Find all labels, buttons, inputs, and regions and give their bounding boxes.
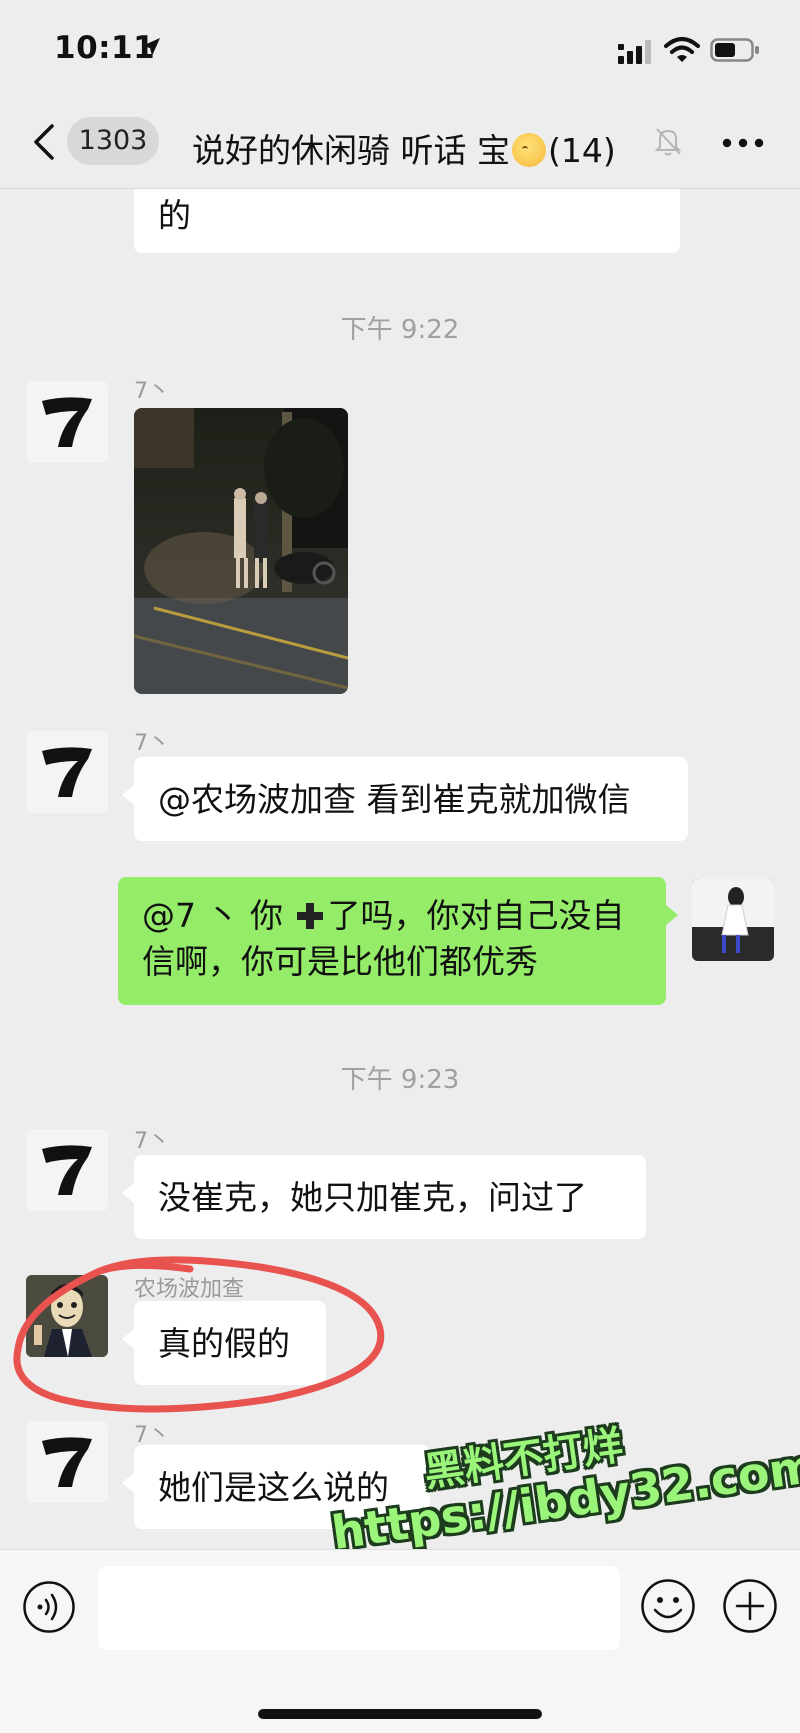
user-photo-avatar — [692, 879, 774, 961]
location-arrow-icon — [142, 38, 160, 56]
battery-icon — [710, 38, 759, 62]
seven-logo-icon — [42, 1145, 92, 1195]
message-text-line1-start: @7 丶 你 — [142, 896, 283, 935]
seven-logo-icon — [42, 397, 92, 447]
seven-logo-icon — [42, 1437, 92, 1487]
unread-count-badge[interactable]: 1303 — [67, 117, 159, 165]
red-circle-annotation — [13, 1256, 385, 1413]
wifi-icon — [664, 37, 700, 62]
more-dots-icon[interactable] — [722, 138, 764, 148]
kissing-face-emoji — [511, 133, 546, 167]
message-text-line2: 信啊，你可是比他们都优秀 — [142, 942, 538, 981]
message-bubble[interactable]: @农场波加查 看到崔克就加微信 — [122, 757, 688, 841]
plus-icon[interactable] — [722, 1578, 778, 1634]
my-message-bubble[interactable]: @7 丶 你 了吗，你对自己没自 信啊，你可是比他们都优秀 — [118, 877, 678, 1005]
avatar-7[interactable] — [26, 731, 108, 813]
emoji-icon[interactable] — [640, 1578, 696, 1634]
message-text: 的 — [158, 196, 191, 235]
voice-icon[interactable] — [22, 1580, 76, 1634]
my-avatar[interactable] — [692, 879, 774, 961]
chevron-left-icon[interactable] — [30, 122, 56, 162]
home-indicator — [258, 1709, 542, 1719]
status-bar: 10:11 — [0, 0, 800, 100]
sender-name: 7丶 — [134, 379, 170, 404]
timestamp: 下午 9:22 — [340, 315, 460, 345]
muted-bell-icon — [654, 128, 682, 156]
avatar-7[interactable] — [26, 1129, 108, 1211]
message-text: 她们是这么说的 — [158, 1468, 389, 1507]
avatar-7[interactable] — [26, 381, 108, 463]
message-text-line1-end: 了吗，你对自己没自 — [327, 896, 625, 935]
timestamp: 下午 9:23 — [340, 1065, 460, 1095]
input-bar — [0, 1549, 800, 1733]
street-night-photo — [134, 408, 348, 694]
seven-logo-icon — [42, 747, 92, 797]
message-bubble[interactable]: 没崔克，她只加崔克，问过了 — [122, 1155, 646, 1239]
heavy-plus-emoji — [297, 903, 324, 929]
chat-header: 1303 说好的休闲骑 听话 宝 (14) — [0, 100, 800, 189]
member-count: (14) — [547, 131, 616, 170]
sender-name: 7丶 — [134, 731, 170, 756]
chat-title[interactable]: 说好的休闲骑 听话 宝 (14) — [192, 124, 616, 172]
avatar-7[interactable] — [26, 1421, 108, 1503]
message-input[interactable] — [98, 1566, 620, 1650]
message-list[interactable]: 的 下午 9:22 7丶 7丶 @农场波加查 看到崔克就加微信 @7 丶 你 了… — [0, 189, 800, 1549]
image-message[interactable] — [134, 408, 348, 694]
cellular-signal-icon — [618, 40, 651, 64]
message-text: @农场波加查 看到崔克就加微信 — [158, 780, 631, 819]
chat-title-text: 说好的休闲骑 听话 宝 — [192, 131, 510, 170]
message-bubble[interactable]: 的 — [134, 189, 680, 253]
sender-name: 7丶 — [134, 1129, 170, 1154]
message-text: 没崔克，她只加崔克，问过了 — [158, 1178, 587, 1217]
